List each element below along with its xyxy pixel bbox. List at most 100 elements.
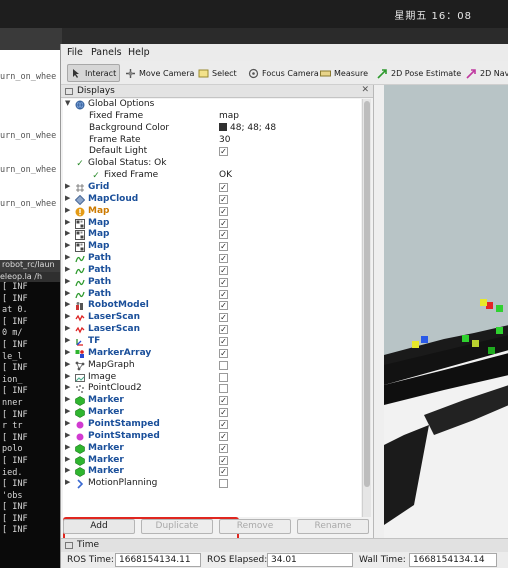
background-editor-window[interactable]: urn_on_whee urn_on_whee urn_on_whee urn_…: [0, 28, 62, 260]
add-display-button[interactable]: Add: [63, 519, 135, 534]
enable-checkbox[interactable]: ✓: [219, 396, 228, 406]
display-row[interactable]: ▶ PointStamped ✓: [63, 431, 361, 443]
expand-right-icon[interactable]: ▶: [65, 348, 70, 356]
expand-right-icon[interactable]: ▶: [65, 455, 70, 463]
enable-checkbox[interactable]: ✓: [219, 194, 228, 204]
display-row[interactable]: ▶ Marker ✓: [63, 455, 361, 467]
rename-display-button[interactable]: Rename: [297, 519, 369, 534]
enable-checkbox[interactable]: ✓: [219, 265, 228, 275]
display-row[interactable]: ▶ PointCloud2 ✓: [63, 383, 361, 395]
expand-right-icon[interactable]: ▶: [65, 443, 70, 451]
display-row[interactable]: ▶ LaserScan ✓: [63, 324, 361, 336]
expand-right-icon[interactable]: ▶: [65, 419, 70, 427]
expand-right-icon[interactable]: ▶: [65, 478, 70, 486]
expand-right-icon[interactable]: ▶: [65, 360, 70, 368]
scrollbar-thumb[interactable]: [364, 101, 370, 487]
display-row[interactable]: ▶ MotionPlanning ✓: [63, 478, 361, 490]
expand-right-icon[interactable]: ▶: [65, 383, 70, 391]
enable-checkbox[interactable]: ✓: [219, 301, 228, 311]
measure-tool-button[interactable]: Measure: [320, 64, 368, 82]
enable-checkbox[interactable]: ✓: [219, 325, 228, 335]
enable-checkbox[interactable]: ✓: [219, 360, 228, 370]
display-row[interactable]: Background Color 48; 48; 48: [63, 122, 361, 135]
expand-right-icon[interactable]: ▶: [65, 431, 70, 439]
wall-time-field[interactable]: 1668154134.14: [409, 553, 497, 567]
display-row[interactable]: ▶ Grid ✓: [63, 182, 361, 194]
ros-time-field[interactable]: 1668154134.11: [115, 553, 201, 567]
displays-scrollbar[interactable]: [362, 99, 371, 517]
enable-checkbox[interactable]: ✓: [219, 455, 228, 465]
3d-render-view[interactable]: ◀: [384, 85, 508, 538]
displays-tree[interactable]: ▼ Global Options Fixed Frame map Background …: [63, 99, 361, 517]
time-panel-header[interactable]: Time: [61, 538, 508, 552]
display-row[interactable]: ▶ Marker ✓: [63, 466, 361, 478]
display-row[interactable]: ✓ Global Status: Ok: [63, 158, 361, 170]
expand-right-icon[interactable]: ▶: [65, 218, 70, 226]
display-row[interactable]: ▶ Path ✓: [63, 265, 361, 277]
enable-checkbox[interactable]: ✓: [219, 277, 228, 287]
menu-panels[interactable]: Panels: [91, 47, 122, 58]
move-camera-tool-button[interactable]: Move Camera: [125, 64, 194, 82]
display-row[interactable]: ▶ Map ✓: [63, 229, 361, 241]
display-row[interactable]: ▶ RobotModel ✓: [63, 300, 361, 312]
interact-tool-button[interactable]: Interact: [67, 64, 121, 82]
enable-checkbox[interactable]: ✓: [219, 182, 228, 192]
expand-right-icon[interactable]: ▶: [65, 206, 70, 214]
system-clock[interactable]: 星期五 16：08: [394, 7, 472, 22]
duplicate-display-button[interactable]: Duplicate: [141, 519, 213, 534]
display-row[interactable]: ▶ LaserScan ✓: [63, 312, 361, 324]
display-row[interactable]: ▶ Path ✓: [63, 253, 361, 265]
enable-checkbox[interactable]: ✓: [219, 348, 228, 358]
displays-panel-header[interactable]: Displays ✕: [61, 85, 373, 98]
display-row[interactable]: ✓ Fixed Frame OK: [63, 170, 361, 182]
nav-goal-tool-button[interactable]: 2D Nav G: [466, 64, 508, 82]
expand-right-icon[interactable]: ▶: [65, 407, 70, 415]
display-row[interactable]: ▶ MarkerArray ✓: [63, 348, 361, 360]
display-row[interactable]: ▶ Map ✓: [63, 241, 361, 253]
expand-right-icon[interactable]: ▶: [65, 182, 70, 190]
menu-file[interactable]: File: [67, 47, 83, 58]
enable-checkbox[interactable]: ✓: [219, 218, 228, 228]
expand-right-icon[interactable]: ▶: [65, 194, 70, 202]
expand-right-icon[interactable]: ▶: [65, 336, 70, 344]
expand-right-icon[interactable]: ▶: [65, 324, 70, 332]
expand-right-icon[interactable]: ▶: [65, 277, 70, 285]
display-value[interactable]: 30: [219, 135, 230, 147]
expand-right-icon[interactable]: ▶: [65, 300, 70, 308]
enable-checkbox[interactable]: ✓: [219, 384, 228, 394]
enable-checkbox[interactable]: ✓: [219, 242, 228, 252]
display-row[interactable]: Fixed Frame map: [63, 111, 361, 123]
expand-right-icon[interactable]: ▶: [65, 372, 70, 380]
rviz-window[interactable]: File Panels Help Interact Move Camera Se…: [60, 44, 508, 568]
enable-checkbox[interactable]: ✓: [219, 467, 228, 477]
display-row[interactable]: ▶ PointStamped ✓: [63, 419, 361, 431]
background-terminal[interactable]: robot_rc/laun eleop.la /h [ INF[ INF at 0…: [0, 260, 62, 568]
expand-down-icon[interactable]: ▼: [65, 99, 70, 107]
ros-elapsed-field[interactable]: 34.01: [267, 553, 353, 567]
display-row[interactable]: ▶ Path ✓: [63, 289, 361, 301]
expand-right-icon[interactable]: ▶: [65, 312, 70, 320]
enable-checkbox[interactable]: ✓: [219, 372, 228, 382]
expand-right-icon[interactable]: ▶: [65, 229, 70, 237]
terminal-tab[interactable]: robot_rc/laun: [0, 260, 62, 272]
expand-right-icon[interactable]: ▶: [65, 289, 70, 297]
terminal-tab-2[interactable]: eleop.la /h: [0, 272, 62, 282]
display-row[interactable]: Default Light ✓: [63, 146, 361, 158]
display-row[interactable]: Frame Rate 30: [63, 135, 361, 147]
close-panel-icon[interactable]: ✕: [361, 85, 369, 95]
focus-camera-tool-button[interactable]: Focus Camera: [248, 64, 319, 82]
display-row[interactable]: ▶ MapGraph ✓: [63, 360, 361, 372]
expand-right-icon[interactable]: ▶: [65, 253, 70, 261]
display-row[interactable]: ▶ Map ✓: [63, 206, 361, 218]
enable-checkbox[interactable]: ✓: [219, 408, 228, 418]
expand-right-icon[interactable]: ▶: [65, 466, 70, 474]
expand-right-icon[interactable]: ▶: [65, 395, 70, 403]
color-swatch[interactable]: [219, 122, 227, 131]
enable-checkbox[interactable]: ✓: [219, 147, 228, 157]
enable-checkbox[interactable]: ✓: [219, 206, 228, 216]
display-row[interactable]: ▶ Map ✓: [63, 218, 361, 230]
enable-checkbox[interactable]: ✓: [219, 313, 228, 323]
enable-checkbox[interactable]: ✓: [219, 419, 228, 429]
display-row[interactable]: ▶ Marker ✓: [63, 407, 361, 419]
enable-checkbox[interactable]: ✓: [219, 431, 228, 441]
